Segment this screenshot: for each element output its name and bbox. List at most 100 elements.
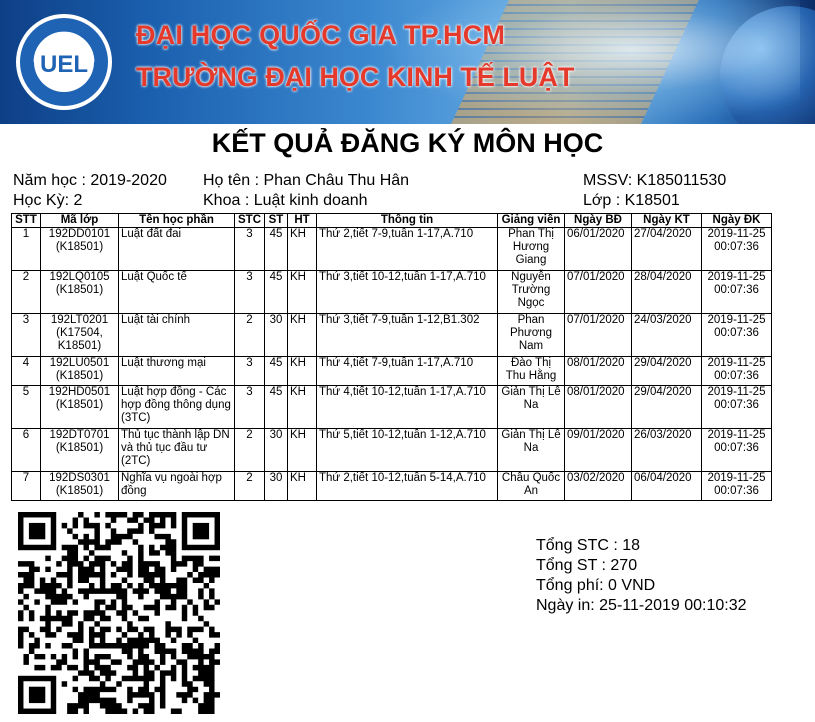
cell-credits: 3 [234,227,265,271]
cell-info: Thứ 4,tiết 7-9,tuần 1-17,A.710 [316,356,498,386]
student-id: MSSV: K185011530 [583,172,727,189]
col-header-start-date: Ngày BĐ [564,213,632,228]
cell-class-code: 192DD0101 (K18501) [40,227,119,271]
cell-periods: 45 [264,270,288,314]
registration-table: STT Mã lớp Tên học phần STC ST HT Thông … [11,213,772,501]
semester: Học Kỳ: 2 [13,192,83,209]
cell-credits: 3 [234,270,265,314]
cell-lecturer: Châu Quốc An [497,471,565,501]
cell-class-code: 192HD0501 (K18501) [40,385,119,429]
cell-credits: 2 [234,313,265,357]
col-header-end-date: Ngày KT [631,213,702,228]
table-row: 6 192DT0701 (K18501) Thủ tục thành lập D… [11,428,772,472]
cell-course-name: Luật hợp đồng - Các hợp đồng thông dụng … [118,385,235,429]
cell-course-name: Nghĩa vụ ngoài hợp đồng [118,471,235,501]
cell-info: Thứ 5,tiết 10-12,tuần 1-12,A.710 [316,428,498,472]
cell-register-date: 2019-11-25 00:07:36 [701,227,772,271]
cell-register-date: 2019-11-25 00:07:36 [701,270,772,314]
cell-stt: 7 [11,471,41,501]
cell-course-name: Thủ tục thành lập DN và thủ tục đầu tư (… [118,428,235,472]
table-row: 5 192HD0501 (K18501) Luật hợp đồng - Các… [11,385,772,429]
page-title: KẾT QUẢ ĐĂNG KÝ MÔN HỌC [211,128,604,158]
logo-text: UEL [40,51,88,78]
cell-type: KH [287,313,317,357]
cell-end-date: 27/04/2020 [631,227,702,271]
cell-type: KH [287,356,317,386]
school-year: Năm học : 2019-2020 [13,172,167,189]
cell-register-date: 2019-11-25 00:07:36 [701,471,772,501]
cell-start-date: 09/01/2020 [564,428,632,472]
cell-type: KH [287,270,317,314]
cell-end-date: 26/03/2020 [631,428,702,472]
cell-register-date: 2019-11-25 00:07:36 [701,428,772,472]
cell-register-date: 2019-11-25 00:07:36 [701,313,772,357]
table-row: 7 192DS0301 (K18501) Nghĩa vụ ngoài hợp … [11,471,772,501]
cell-start-date: 07/01/2020 [564,313,632,357]
table-row: 4 192LU0501 (K18501) Luật thương mại 3 4… [11,356,772,386]
cell-start-date: 07/01/2020 [564,270,632,314]
cell-credits: 2 [234,428,265,472]
cell-type: KH [287,385,317,429]
cell-info: Thứ 2,tiết 7-9,tuần 1-17,A.710 [316,227,498,271]
print-date: Ngày in: 25-11-2019 00:10:32 [536,597,747,614]
cell-register-date: 2019-11-25 00:07:36 [701,356,772,386]
cell-credits: 3 [234,385,265,429]
cell-end-date: 28/04/2020 [631,270,702,314]
cell-course-name: Luật Quốc tế [118,270,235,314]
table-header-row: STT Mã lớp Tên học phần STC ST HT Thông … [11,213,772,228]
cell-periods: 45 [264,356,288,386]
cell-start-date: 03/02/2020 [564,471,632,501]
cell-class-code: 192LQ0105 (K18501) [40,270,119,314]
cell-end-date: 29/04/2020 [631,356,702,386]
cell-info: Thứ 4,tiết 10-12,tuần 1-17,A.710 [316,385,498,429]
university-logo: UEL [16,14,112,110]
cell-stt: 6 [11,428,41,472]
cell-start-date: 06/01/2020 [564,227,632,271]
cell-credits: 2 [234,471,265,501]
cell-info: Thứ 3,tiết 10-12,tuần 1-17,A.710 [316,270,498,314]
col-header-course-name: Tên học phần [118,213,235,228]
university-name-line1: ĐẠI HỌC QUỐC GIA TP.HCM [136,20,506,50]
cell-class-code: 192LT0201 (K17504, K18501) [40,313,119,357]
cell-class-code: 192DS0301 (K18501) [40,471,119,501]
col-header-lecturer: Giảng viên [497,213,565,228]
cell-type: KH [287,428,317,472]
cell-end-date: 29/04/2020 [631,385,702,429]
cell-periods: 45 [264,227,288,271]
cell-register-date: 2019-11-25 00:07:36 [701,385,772,429]
cell-course-name: Luật thương mại [118,356,235,386]
cell-lecturer: Giản Thị Lê Na [497,385,565,429]
cell-lecturer: Đào Thị Thu Hằng [497,356,565,386]
col-header-register-date: Ngày ĐK [701,213,772,228]
cell-start-date: 08/01/2020 [564,356,632,386]
table-row: 3 192LT0201 (K17504, K18501) Luật tài ch… [11,313,772,357]
cell-end-date: 06/04/2020 [631,471,702,501]
cell-lecturer: Giản Thị Lê Na [497,428,565,472]
cell-course-name: Luật đất đai [118,227,235,271]
summary-block: Tổng STC : 18 Tổng ST : 270 Tổng phí: 0 … [536,536,747,616]
col-header-info: Thông tin [316,213,498,228]
cell-lecturer: Phan Phương Nam [497,313,565,357]
cell-lecturer: Phan Thị Hương Giang [497,227,565,271]
cell-end-date: 24/03/2020 [631,313,702,357]
cell-periods: 30 [264,428,288,472]
cell-class-code: 192DT0701 (K18501) [40,428,119,472]
cell-info: Thứ 2,tiết 10-12,tuần 5-14,A.710 [316,471,498,501]
cell-class-code: 192LU0501 (K18501) [40,356,119,386]
col-header-class-code: Mã lớp [40,213,119,228]
cell-stt: 2 [11,270,41,314]
qr-code [18,512,220,714]
faculty: Khoa : Luật kinh doanh [203,192,368,209]
cell-credits: 3 [234,356,265,386]
cell-periods: 30 [264,313,288,357]
cell-periods: 45 [264,385,288,429]
university-name-line2: TRƯỜNG ĐẠI HỌC KINH TẾ LUẬT [136,62,575,92]
cell-lecturer: Nguyễn Trường Ngọc [497,270,565,314]
cell-stt: 4 [11,356,41,386]
class-name: Lớp : K18501 [583,192,680,209]
cell-stt: 5 [11,385,41,429]
cell-type: KH [287,471,317,501]
table-row: 1 192DD0101 (K18501) Luật đất đai 3 45 K… [11,227,772,271]
student-name: Họ tên : Phan Châu Thu Hân [203,172,410,189]
cell-course-name: Luật tài chính [118,313,235,357]
